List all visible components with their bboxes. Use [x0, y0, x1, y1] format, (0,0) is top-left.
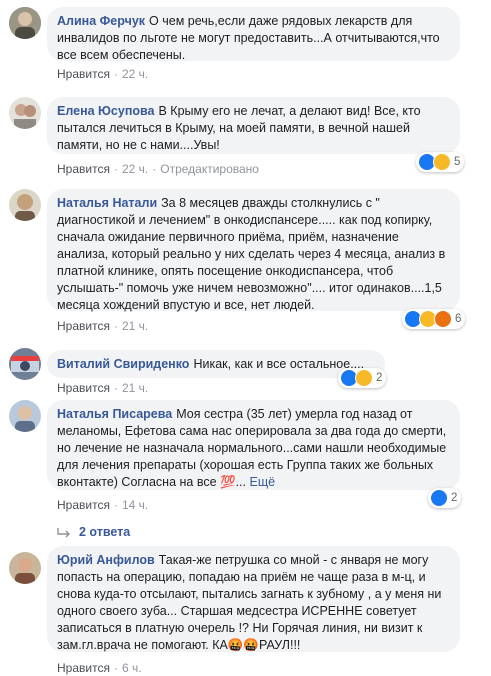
avatar-photo: [9, 400, 41, 432]
comment-author[interactable]: Елена Юсупова: [57, 104, 155, 118]
edited-label[interactable]: Отредактировано: [160, 162, 259, 176]
like-link[interactable]: Нравится: [57, 381, 110, 395]
view-replies-link[interactable]: 2 ответа: [57, 525, 130, 539]
reactions-summary[interactable]: 2: [428, 488, 462, 508]
reactions-count: 6: [455, 313, 462, 325]
reactions-count: 2: [451, 492, 458, 504]
comment-bubble: Алина Ферчук О чем речь,если даже рядовых…: [47, 7, 460, 62]
separator-dot: ·: [113, 67, 118, 81]
like-reaction-icon: [430, 489, 448, 507]
avatar[interactable]: [9, 400, 41, 432]
comment-meta: Нравится · 6 ч.: [57, 661, 142, 675]
comment-text: Никак, как и все остальное....: [193, 357, 365, 371]
avatar-photo: [9, 552, 41, 584]
comment-meta: Нравится · 21 ч.: [57, 381, 148, 395]
comment-bubble: Елена Юсупова В Крыму его не лечат, а дел…: [47, 97, 460, 154]
like-link[interactable]: Нравится: [57, 67, 110, 81]
comment-meta: Нравится · 22 ч. · Отредактировано: [57, 162, 259, 176]
comment-author[interactable]: Виталий Свириденко: [57, 357, 189, 371]
comment-author[interactable]: Алина Ферчук: [57, 14, 145, 28]
comment-meta: Нравится · 14 ч.: [57, 498, 148, 512]
reactions-count: 5: [454, 156, 461, 168]
reply-arrow-icon: [57, 527, 70, 538]
comment-time[interactable]: 6 ч.: [122, 661, 142, 675]
avatar[interactable]: [9, 552, 41, 584]
separator-dot: ·: [113, 661, 118, 675]
reactions-count: 2: [376, 372, 383, 384]
like-link[interactable]: Нравится: [57, 661, 110, 675]
comment-author[interactable]: Наталья Натали: [57, 196, 157, 210]
reactions-summary[interactable]: 2: [338, 368, 387, 388]
avatar-photo: [9, 348, 41, 380]
comment-time[interactable]: 14 ч.: [122, 498, 148, 512]
comment-bubble: Наталья Писарева Моя сестра (35 лет) умер…: [47, 400, 460, 490]
like-link[interactable]: Нравится: [57, 498, 110, 512]
reactions-summary[interactable]: 6: [402, 309, 466, 329]
avatar[interactable]: [9, 7, 41, 39]
sad-reaction-icon: [433, 153, 451, 171]
comment-bubble: Виталий Свириденко Никак, как и все остал…: [47, 350, 385, 378]
separator-dot: ·: [113, 381, 118, 395]
comment-meta: Нравится · 22 ч.: [57, 67, 148, 81]
comment-time[interactable]: 21 ч.: [122, 319, 148, 333]
separator-dot: ·: [113, 319, 118, 333]
separator-dot: ·: [152, 162, 157, 176]
comment-meta: Нравится · 21 ч.: [57, 319, 148, 333]
sad-reaction-icon: [355, 369, 373, 387]
avatar[interactable]: [9, 97, 41, 129]
see-more-link[interactable]: Ещё: [249, 475, 275, 489]
comment-time[interactable]: 21 ч.: [122, 381, 148, 395]
separator-dot: ·: [113, 498, 118, 512]
avatar[interactable]: [9, 348, 41, 380]
comment-author[interactable]: Наталья Писарева: [57, 407, 172, 421]
avatar-photo: [9, 7, 41, 39]
comment-bubble: Юрий Анфилов Такая-же петрушка со мной - …: [47, 546, 460, 652]
comment-text: Такая-же петрушка со мной - с января не …: [57, 553, 442, 652]
comment-text: За 8 месяцев дважды столкнулись с " диаг…: [57, 196, 446, 312]
angry-reaction-icon: [434, 310, 452, 328]
like-link[interactable]: Нравится: [57, 162, 110, 176]
comment-time[interactable]: 22 ч.: [122, 67, 148, 81]
avatar-photo: [9, 97, 41, 129]
like-link[interactable]: Нравится: [57, 319, 110, 333]
avatar-photo: [9, 189, 41, 221]
replies-count-label[interactable]: 2 ответа: [79, 525, 130, 539]
comment-author[interactable]: Юрий Анфилов: [57, 553, 155, 567]
avatar[interactable]: [9, 189, 41, 221]
reactions-summary[interactable]: 5: [416, 152, 465, 172]
separator-dot: ·: [113, 162, 118, 176]
comment-time[interactable]: 22 ч.: [122, 162, 148, 176]
comment-bubble: Наталья Натали За 8 месяцев дважды столкн…: [47, 189, 460, 312]
